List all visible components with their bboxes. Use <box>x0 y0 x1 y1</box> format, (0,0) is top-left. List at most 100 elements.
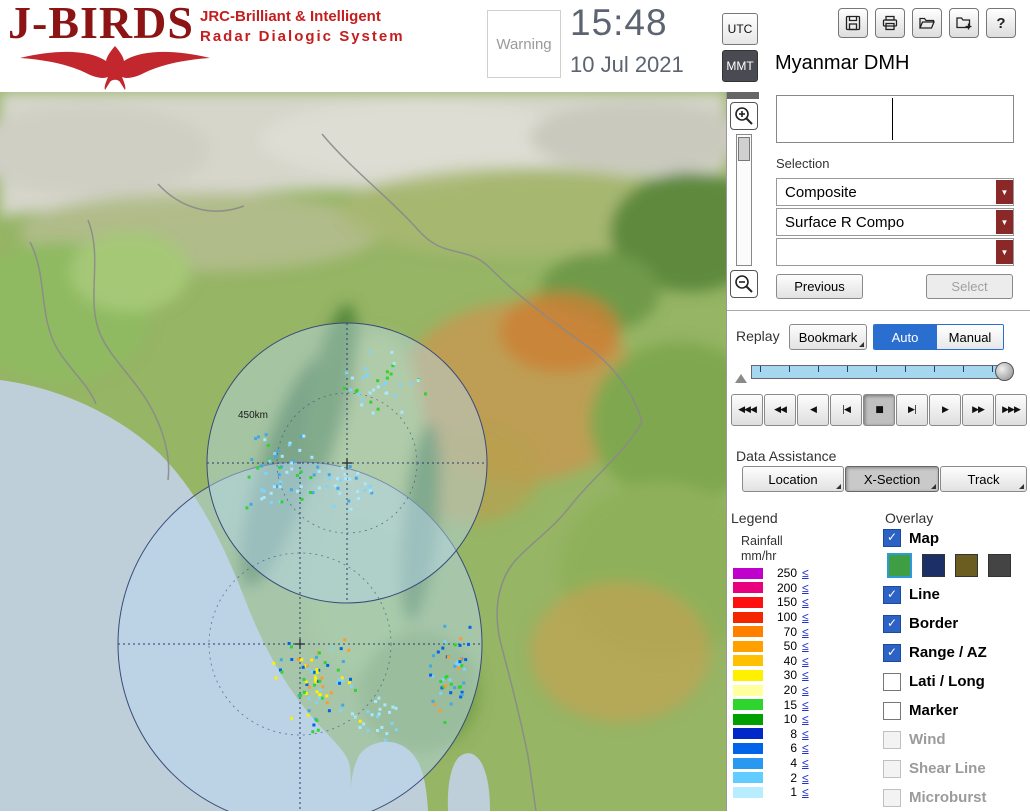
legend-threshold-value: 150 <box>776 595 797 610</box>
legend-color-swatch <box>733 713 763 725</box>
x-section-button[interactable]: X-Section <box>845 466 939 492</box>
bookmark-button[interactable]: Bookmark <box>789 324 867 350</box>
timeline-track[interactable] <box>751 365 1005 379</box>
playback-step-back-button[interactable]: ◀ <box>797 394 829 426</box>
checked-checkbox[interactable]: ✓ <box>883 643 901 662</box>
playback-fast-back-button[interactable]: ◀◀ <box>764 394 796 426</box>
legend-color-swatch <box>733 786 763 798</box>
print-button[interactable] <box>875 8 905 38</box>
playback-play-button[interactable]: ▶ <box>929 394 961 426</box>
site-info-divider <box>892 98 893 140</box>
zoom-in-button[interactable] <box>730 102 758 130</box>
legend-row: 70 ≤ <box>733 624 809 639</box>
legend-color-swatch <box>733 742 763 754</box>
panel-divider <box>727 310 1030 311</box>
timeline-start-marker[interactable] <box>735 374 747 383</box>
zoom-slider-thumb[interactable] <box>738 137 750 161</box>
legend-row: 40 ≤ <box>733 654 809 669</box>
map-style-swatch[interactable] <box>887 552 912 578</box>
zoom-slider[interactable] <box>736 134 752 266</box>
timezone-utc-button[interactable]: UTC <box>722 13 758 45</box>
less-equal-symbol: ≤ <box>802 770 809 785</box>
eagle-logo-icon <box>20 46 210 90</box>
zoom-strip-cap <box>727 92 759 99</box>
selection-label: Selection <box>776 156 830 171</box>
import-button[interactable] <box>949 8 979 38</box>
map-style-swatch[interactable] <box>988 553 1011 577</box>
radar-map[interactable]: 450km <box>0 92 726 811</box>
manual-mode-button[interactable]: Manual <box>936 325 1003 349</box>
location-button[interactable]: Location <box>742 466 844 492</box>
overlay-item-label: Line <box>909 586 940 603</box>
legend-color-swatch <box>733 611 763 623</box>
replay-mode-switch: Auto Manual <box>873 324 1004 350</box>
overlay-item-map[interactable]: ✓ Map <box>883 526 1030 550</box>
legend-row: 8 ≤ <box>733 727 809 742</box>
playback-fast-forward-button[interactable]: ▶▶ <box>962 394 994 426</box>
overlay-item-marker[interactable]: Marker <box>883 696 1030 725</box>
playback-stop-button[interactable]: ■ <box>863 394 895 426</box>
legend-row: 20 ≤ <box>733 683 809 698</box>
map-viewport[interactable]: 450km <box>0 92 726 811</box>
legend-row: 150 ≤ <box>733 595 809 610</box>
legend-row: 30 ≤ <box>733 668 809 683</box>
checked-checkbox[interactable]: ✓ <box>883 585 901 604</box>
overlay-item-label: Border <box>909 615 959 632</box>
playback-to-end-button[interactable]: ▶| <box>896 394 928 426</box>
timeline-tick <box>789 366 790 372</box>
app-tagline-line1: JRC-Brilliant & Intelligent <box>200 8 381 25</box>
unchecked-checkbox[interactable] <box>883 672 901 691</box>
previous-button[interactable]: Previous <box>776 274 863 299</box>
less-equal-symbol: ≤ <box>802 610 809 625</box>
replay-label: Replay <box>736 328 780 344</box>
legend-color-swatch <box>733 582 763 594</box>
playback-to-start-button[interactable]: |◀ <box>830 394 862 426</box>
zoom-out-icon <box>735 275 753 293</box>
overlay-item-range-az[interactable]: ✓ Range / AZ <box>883 638 1030 667</box>
map-style-swatch[interactable] <box>922 553 945 577</box>
legend-threshold-value: 70 <box>783 624 797 639</box>
open-file-button[interactable] <box>912 8 942 38</box>
timeline-handle[interactable] <box>995 362 1014 381</box>
chevron-down-icon[interactable]: ▼ <box>996 180 1013 204</box>
legend-color-swatch <box>733 669 763 681</box>
warning-panel[interactable]: Warning <box>487 10 561 78</box>
playback-jump-forward-button[interactable]: ▶▶▶ <box>995 394 1027 426</box>
product-dropdown[interactable]: Surface R Compo ▼ <box>776 208 1014 236</box>
product-dropdown-value: Surface R Compo <box>785 213 905 231</box>
clock-date: 10 Jul 2021 <box>570 52 684 77</box>
legend-threshold-value: 1 <box>790 785 797 800</box>
legend-color-swatch <box>733 757 763 769</box>
less-equal-symbol: ≤ <box>802 580 809 595</box>
overlay-item-line[interactable]: ✓ Line <box>883 580 1030 609</box>
overlay-item-lati-long[interactable]: Lati / Long <box>883 667 1030 696</box>
legend-row: 15 ≤ <box>733 697 809 712</box>
overlay-item-border[interactable]: ✓ Border <box>883 609 1030 638</box>
composite-dropdown[interactable]: Composite ▼ <box>776 178 1014 206</box>
checked-checkbox[interactable]: ✓ <box>883 614 901 633</box>
unchecked-checkbox[interactable] <box>883 701 901 720</box>
less-equal-symbol: ≤ <box>802 697 809 712</box>
overlay-item-label: Shear Line <box>909 760 986 777</box>
map-color-options <box>883 550 1030 580</box>
extra-dropdown[interactable]: ▼ <box>776 238 1014 266</box>
save-button[interactable] <box>838 8 868 38</box>
overlay-item-microburst: Microburst <box>883 783 1030 812</box>
zoom-out-button[interactable] <box>730 270 758 298</box>
help-button[interactable]: ? <box>986 8 1016 38</box>
map-style-swatch[interactable] <box>955 553 978 577</box>
replay-timeline <box>735 362 1021 386</box>
less-equal-symbol: ≤ <box>802 712 809 727</box>
checked-checkbox[interactable]: ✓ <box>883 529 901 547</box>
less-equal-symbol: ≤ <box>802 785 809 800</box>
chevron-down-icon[interactable]: ▼ <box>996 210 1013 234</box>
legend-color-swatch <box>733 684 763 696</box>
playback-jump-back-button[interactable]: ◀◀◀ <box>731 394 763 426</box>
track-button[interactable]: Track <box>940 466 1027 492</box>
timezone-mmt-button[interactable]: MMT <box>722 50 758 82</box>
help-icon: ? <box>996 14 1006 32</box>
station-name: Myanmar DMH <box>775 52 910 74</box>
auto-mode-button[interactable]: Auto <box>874 325 936 349</box>
chevron-down-icon[interactable]: ▼ <box>996 240 1013 264</box>
legend-color-swatch <box>733 772 763 784</box>
